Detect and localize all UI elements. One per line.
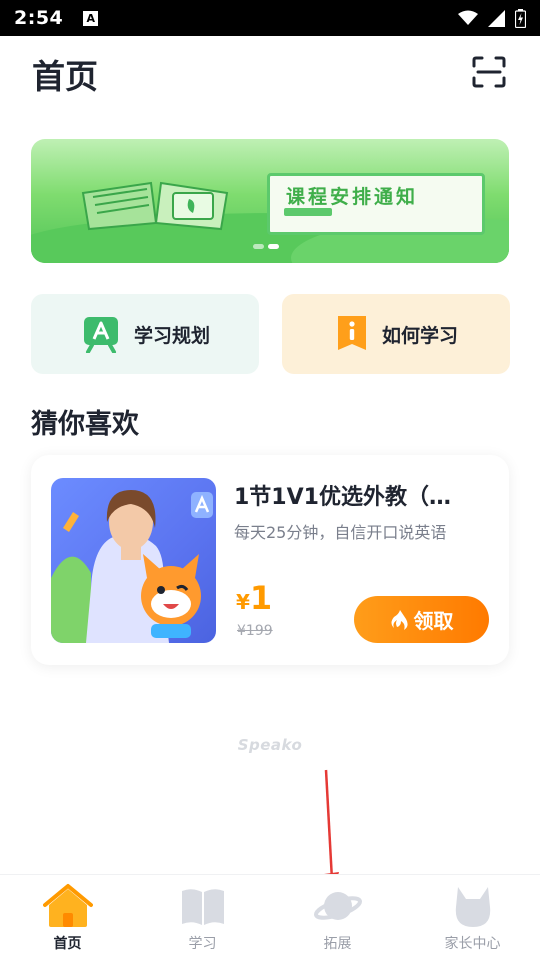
- banner-carousel[interactable]: 课程安排通知: [31, 139, 509, 263]
- info-icon: [337, 316, 366, 350]
- carousel-dot-active: [268, 244, 279, 249]
- tab-parent-center[interactable]: 家长中心: [405, 875, 540, 960]
- section-title: 猜你喜欢: [31, 409, 139, 440]
- tab-label: 学习: [188, 936, 217, 952]
- course-card[interactable]: 1节1V1优选外教（… 每天25分钟，自信开口说英语 ¥1 ¥199 领取: [31, 455, 509, 665]
- tab-label: 拓展: [323, 936, 352, 952]
- course-title: 1节1V1优选外教（…: [234, 485, 451, 510]
- course-thumbnail: [51, 478, 216, 643]
- study-plan-button[interactable]: 学习规划: [31, 294, 259, 374]
- tab-home[interactable]: 首页: [0, 875, 135, 960]
- course-price: ¥1: [236, 579, 272, 617]
- banner-title: 课程安排通知: [286, 186, 419, 208]
- banner-notice-board: 课程安排通知: [267, 173, 485, 235]
- notification-icon: A: [83, 10, 99, 26]
- claim-button[interactable]: 领取: [354, 596, 489, 643]
- how-to-learn-label: 如何学习: [381, 324, 458, 347]
- planet-icon: [313, 892, 362, 920]
- wifi-icon: [458, 10, 478, 25]
- status-time: 2:54: [14, 7, 64, 29]
- tab-label: 家长中心: [444, 936, 501, 952]
- scan-icon: [472, 56, 506, 88]
- course-subtitle: 每天25分钟，自信开口说英语: [234, 523, 447, 542]
- study-plan-icon: [83, 317, 118, 353]
- carousel-dot: [253, 244, 264, 249]
- banner-tag: [284, 208, 332, 216]
- status-icons: [458, 8, 526, 28]
- status-bar: 2:54 A: [0, 0, 540, 36]
- original-price: ¥199: [237, 623, 273, 639]
- how-to-learn-button[interactable]: 如何学习: [282, 294, 510, 374]
- price-value: 1: [249, 579, 273, 617]
- carousel-indicator: [253, 244, 279, 249]
- tab-label: 首页: [53, 936, 82, 952]
- study-plan-label: 学习规划: [133, 324, 210, 347]
- watermark: Speako: [237, 736, 303, 754]
- price-currency: ¥: [236, 590, 250, 614]
- tab-expand[interactable]: 拓展: [270, 875, 405, 960]
- parent-center-icon: [455, 887, 490, 927]
- bottom-tab-bar: 首页 学习 拓展 家长中心: [0, 874, 540, 960]
- open-book-illustration: [81, 181, 229, 231]
- claim-button-label: 领取: [413, 609, 454, 633]
- page-title: 首页: [32, 57, 98, 96]
- tab-study[interactable]: 学习: [135, 875, 270, 960]
- book-icon: [181, 889, 224, 925]
- home-icon: [42, 884, 93, 927]
- signal-icon: [488, 9, 505, 27]
- battery-icon: [515, 8, 526, 28]
- fire-icon: [391, 609, 408, 630]
- scan-button[interactable]: [472, 56, 506, 88]
- course-illustration: [51, 490, 213, 643]
